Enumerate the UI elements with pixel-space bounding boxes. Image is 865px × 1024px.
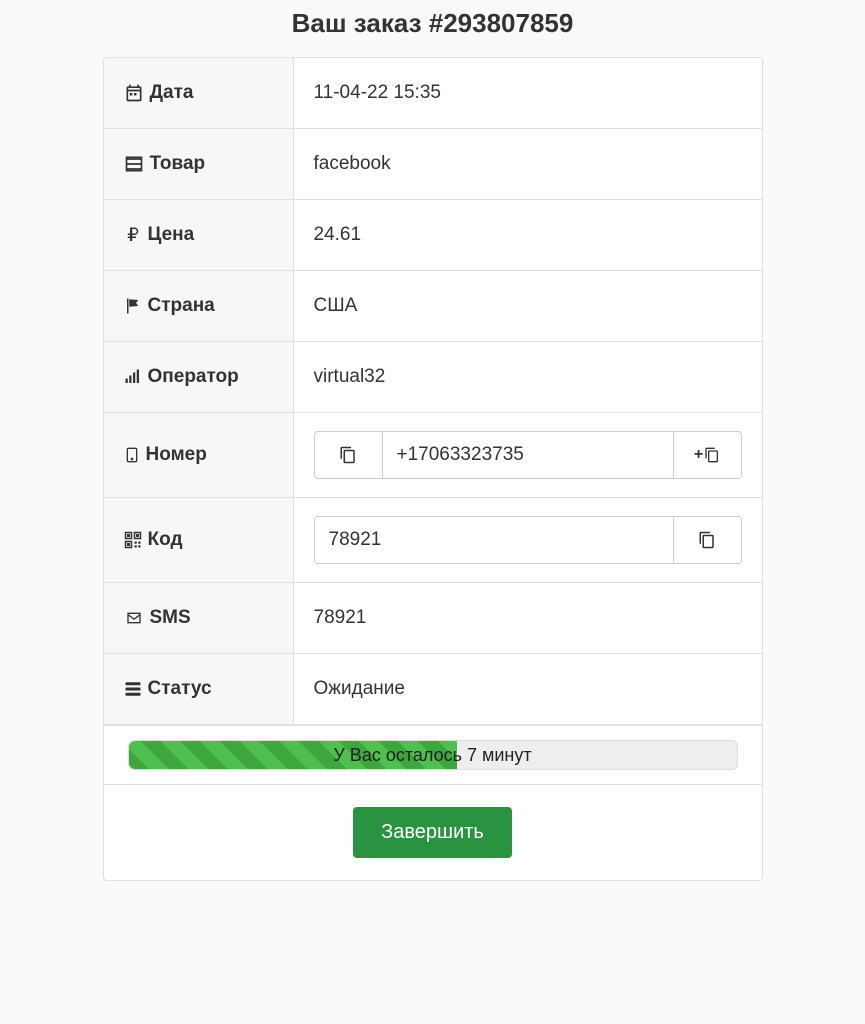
label-number: Номер	[104, 413, 294, 497]
progress-bar: У Вас осталось 7 минут	[128, 740, 738, 770]
copy-number-plus-button[interactable]: +	[674, 431, 742, 479]
progress-label: У Вас осталось 7 минут	[129, 741, 737, 769]
list-icon	[124, 154, 144, 174]
value-status: Ожидание	[294, 654, 762, 724]
complete-button[interactable]: Завершить	[353, 807, 512, 858]
number-input[interactable]	[382, 431, 674, 479]
label-date: Дата	[104, 58, 294, 128]
label-sms-text: SMS	[150, 607, 191, 629]
row-country: Страна США	[104, 271, 762, 342]
value-sms: 78921	[294, 583, 762, 653]
row-code: Код	[104, 498, 762, 583]
copy-plus-icon: +	[694, 446, 720, 464]
value-date: 11-04-22 15:35	[294, 58, 762, 128]
label-product-text: Товар	[150, 153, 206, 175]
qrcode-icon	[124, 531, 142, 549]
row-sms: SMS 78921	[104, 583, 762, 654]
row-product: Товар facebook	[104, 129, 762, 200]
page-title: Ваш заказ #293807859	[292, 8, 574, 39]
label-price-text: Цена	[148, 224, 195, 246]
value-number-cell: +	[294, 413, 762, 497]
label-product: Товар	[104, 129, 294, 199]
number-input-group: +	[314, 431, 742, 479]
row-date: Дата 11-04-22 15:35	[104, 58, 762, 129]
code-input-group	[314, 516, 742, 564]
label-status-text: Статус	[148, 678, 212, 700]
row-number: Номер +	[104, 413, 762, 498]
label-code: Код	[104, 498, 294, 582]
label-operator: Оператор	[104, 342, 294, 412]
value-product: facebook	[294, 129, 762, 199]
flag-icon	[124, 297, 142, 315]
envelope-icon	[124, 610, 144, 626]
value-country: США	[294, 271, 762, 341]
label-status: Статус	[104, 654, 294, 724]
phone-icon	[124, 445, 140, 465]
action-row: Завершить	[104, 785, 762, 880]
tasks-icon	[124, 680, 142, 698]
calendar-icon	[124, 83, 144, 103]
progress-row: У Вас осталось 7 минут	[104, 725, 762, 785]
label-sms: SMS	[104, 583, 294, 653]
row-price: Цена 24.61	[104, 200, 762, 271]
label-operator-text: Оператор	[148, 366, 239, 388]
copy-icon	[339, 446, 357, 464]
copy-code-button[interactable]	[674, 516, 742, 564]
label-country-text: Страна	[148, 295, 215, 317]
value-code-cell	[294, 498, 762, 582]
copy-icon	[698, 531, 716, 549]
value-price: 24.61	[294, 200, 762, 270]
code-input[interactable]	[314, 516, 674, 564]
label-number-text: Номер	[146, 444, 207, 466]
row-operator: Оператор virtual32	[104, 342, 762, 413]
value-operator: virtual32	[294, 342, 762, 412]
label-date-text: Дата	[150, 82, 194, 104]
order-card: Дата 11-04-22 15:35 Товар facebook Цена …	[103, 57, 763, 881]
label-price: Цена	[104, 200, 294, 270]
row-status: Статус Ожидание	[104, 654, 762, 725]
ruble-icon	[124, 225, 142, 245]
signal-icon	[124, 368, 142, 386]
copy-number-button[interactable]	[314, 431, 382, 479]
label-country: Страна	[104, 271, 294, 341]
label-code-text: Код	[148, 529, 183, 551]
